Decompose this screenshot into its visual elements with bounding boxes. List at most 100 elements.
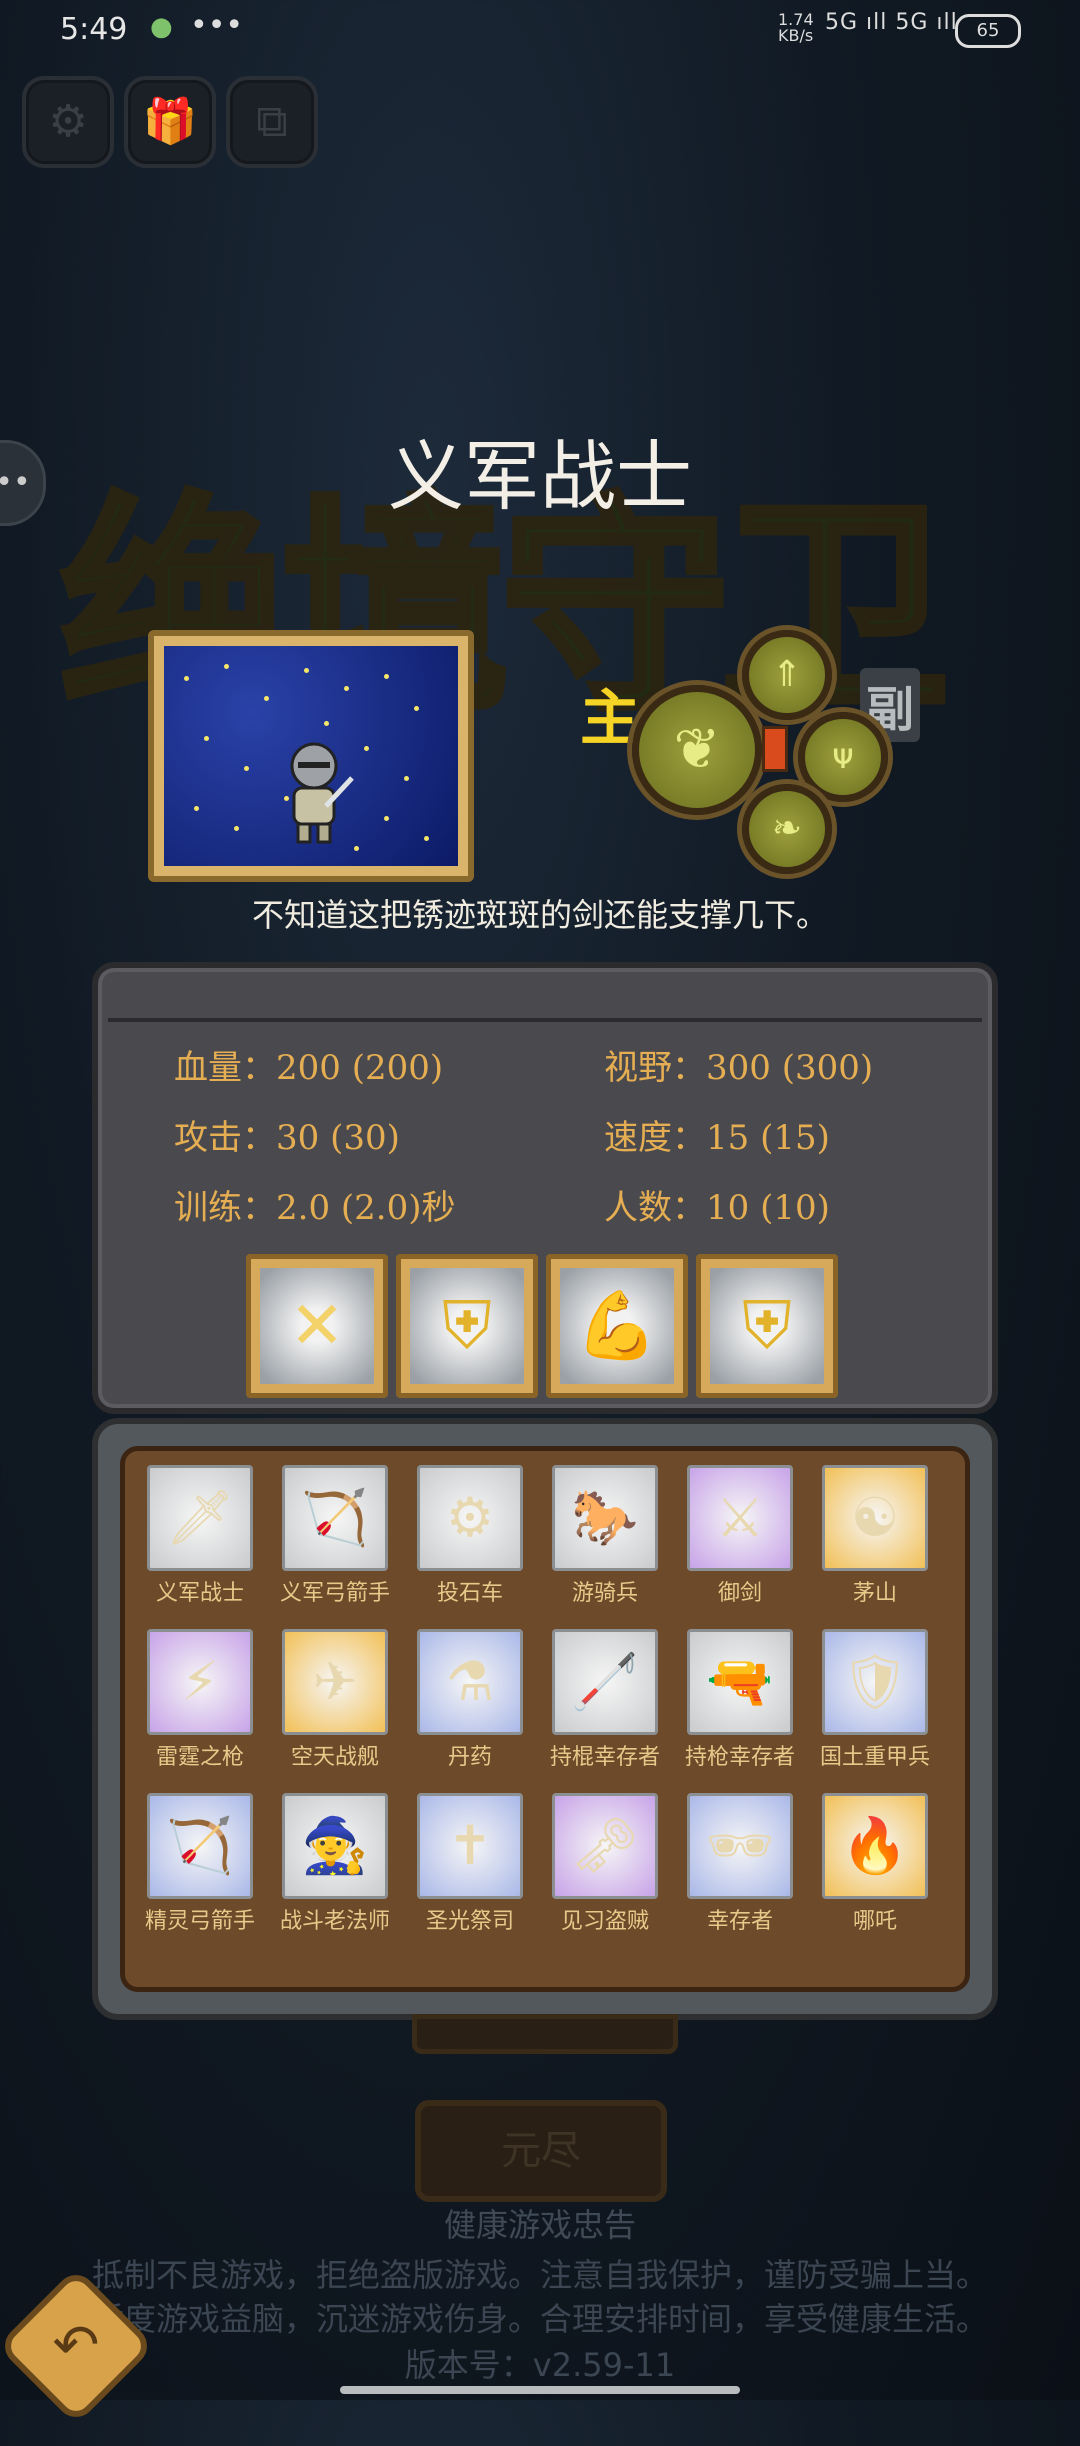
unit-card-label: 战斗老法师 (279, 1909, 390, 1934)
copy-icon[interactable]: ⧉ (226, 76, 318, 168)
unit-card[interactable]: 🦯 持棍幸存者 (550, 1629, 660, 1783)
unit-card-label: 义军战士 (155, 1581, 244, 1606)
unit-card-label: 幸存者 (706, 1909, 773, 1934)
unit-avatar-icon: 🛡 (822, 1629, 928, 1735)
unit-card-label: 投石车 (436, 1581, 503, 1606)
home-indicator[interactable] (340, 2386, 740, 2394)
health-notice-title: 健康游戏忠告 (443, 2206, 636, 2244)
unit-avatar-icon: ☯ (822, 1465, 928, 1571)
skill-slot-3[interactable]: 💪 (546, 1254, 688, 1398)
unit-card-label: 丹药 (447, 1745, 492, 1770)
unit-card-label: 空天战舰 (290, 1745, 379, 1770)
unit-roster-panel: 🗡 义军战士 🏹 义军弓箭手 ⚙ 投石车 🐎 游骑兵 ⚔ 御剑 ☯ 茅山 ⚡ 雷霆之枪 ✈ 空天战舰 ⚗ 丹药 🦯 持… (92, 1418, 998, 2020)
unit-card[interactable]: ⚙ 投石车 (417, 1465, 523, 1619)
unit-title: 义军战士 (388, 432, 692, 521)
unit-avatar-icon: ✝ (417, 1793, 523, 1899)
unit-card-label: 游骑兵 (571, 1581, 638, 1606)
version-label: 版本号：v2.59-11 (404, 2346, 676, 2384)
stat-hp: 血量：200 (200) (174, 1048, 444, 1088)
talent-connector (762, 726, 788, 772)
sprout-emblem-icon: ❧ (771, 808, 803, 849)
shield-sparkle-icon: ⛨ (710, 1268, 824, 1384)
unit-card-label: 雷霆之枪 (155, 1745, 244, 1770)
portrait-starfield (164, 646, 458, 866)
unit-card-label: 持枪幸存者 (684, 1745, 795, 1770)
unit-avatar-icon: ⚙ (417, 1465, 523, 1571)
unit-avatar-icon: ⚗ (417, 1629, 523, 1735)
health-notice-line-2: 适度游戏益脑，沉迷游戏伤身。合理安排时间，享受健康生活。 (91, 2300, 988, 2338)
main-talent-node[interactable]: ❦ (632, 685, 762, 815)
unit-card[interactable]: 🗝 见习盗贼 (552, 1793, 658, 1947)
unit-avatar-icon: ✈ (282, 1629, 388, 1735)
soldier-figure (290, 742, 354, 844)
unit-card-label: 义军弓箭手 (279, 1581, 390, 1606)
unit-card[interactable]: 🔫 持枪幸存者 (685, 1629, 795, 1783)
arrow-emblem-icon: ⇑ (771, 654, 803, 695)
main-talent-label: 主 (580, 684, 640, 754)
skill-slot-1[interactable]: ✕ (246, 1254, 388, 1398)
confirm-button[interactable]: 元尽 (415, 2100, 667, 2202)
crossed-swords-icon: ✕ (260, 1268, 374, 1384)
unit-avatar-icon: ⚔ (687, 1465, 793, 1571)
unit-card[interactable]: ☯ 茅山 (822, 1465, 928, 1619)
unit-card[interactable]: 🏹 精灵弓箭手 (145, 1793, 255, 1947)
unit-avatar-icon: ⚡ (147, 1629, 253, 1735)
unit-card-label: 御剑 (717, 1581, 762, 1606)
unit-avatar-icon: 🔥 (822, 1793, 928, 1899)
shield-icon: ⛨ (410, 1268, 524, 1384)
wechat-icon: ● (150, 12, 173, 42)
sub-talent-node-bottom[interactable]: ❧ (742, 784, 832, 874)
unit-card[interactable]: ⚡ 雷霆之枪 (147, 1629, 253, 1783)
unit-avatar-icon: 🐎 (552, 1465, 658, 1571)
unit-description: 不知道这把锈迹斑斑的剑还能支撑几下。 (251, 896, 828, 934)
unit-card[interactable]: ⚔ 御剑 (687, 1465, 793, 1619)
unit-card[interactable]: 🏹 义军弓箭手 (280, 1465, 390, 1619)
status-time: 5:49 (60, 12, 128, 47)
panel-divider (108, 1018, 982, 1022)
unit-avatar-icon: 🏹 (282, 1465, 388, 1571)
stat-attack: 攻击：30 (30) (174, 1118, 400, 1158)
unit-card-label: 见习盗贼 (560, 1909, 649, 1934)
unit-card[interactable]: ✝ 圣光祭司 (417, 1793, 523, 1947)
unit-card-label: 国土重甲兵 (819, 1745, 930, 1770)
unit-card[interactable]: 🧙 战斗老法师 (280, 1793, 390, 1947)
unit-avatar-icon: 🦯 (552, 1629, 658, 1735)
unit-avatar-icon: 🏹 (147, 1793, 253, 1899)
unit-card[interactable]: 🗡 义军战士 (147, 1465, 253, 1619)
unit-card[interactable]: ✈ 空天战舰 (282, 1629, 388, 1783)
back-arrow-icon: ↶ (52, 2313, 100, 2378)
unit-avatar-icon: 🕶 (687, 1793, 793, 1899)
unit-card-label: 精灵弓箭手 (144, 1909, 255, 1934)
claw-emblem-icon: ᴪ (832, 736, 854, 777)
sub-talent-node-top[interactable]: ⇑ (742, 630, 832, 720)
battery-icon: 65 (955, 14, 1021, 48)
strength-arm-icon: 💪 (560, 1268, 674, 1384)
leaf-emblem-icon: ❦ (673, 717, 721, 782)
unit-card[interactable]: ⚗ 丹药 (417, 1629, 523, 1783)
status-bar: 5:49 ● ••• 1.74 KB/s 5G ıll 5G ıll 65 (0, 0, 1080, 60)
unit-card[interactable]: 🕶 幸存者 (687, 1793, 793, 1947)
unit-card[interactable]: 🔥 哪吒 (822, 1793, 928, 1947)
stat-vision: 视野：300 (300) (604, 1048, 874, 1088)
sub-talent-node-right[interactable]: ᴪ (798, 712, 888, 802)
stat-training: 训练：2.0 (2.0)秒 (174, 1188, 456, 1228)
gear-icon[interactable]: ⚙ (22, 76, 114, 168)
unit-card-label: 哪吒 (852, 1909, 897, 1934)
unit-avatar-icon: 🧙 (282, 1793, 388, 1899)
skill-slot-2[interactable]: ⛨ (396, 1254, 538, 1398)
unit-card-label: 持棍幸存者 (549, 1745, 660, 1770)
unit-card[interactable]: 🛡 国土重甲兵 (820, 1629, 930, 1783)
stat-speed: 速度：15 (15) (604, 1118, 830, 1158)
signal-icon: 5G ıll 5G ıll (825, 10, 958, 35)
net-speed-unit: KB/s (778, 26, 814, 45)
unit-card-label: 茅山 (852, 1581, 897, 1606)
unit-avatar-icon: 🔫 (687, 1629, 793, 1735)
stats-panel: 血量：200 (200) 视野：300 (300) 攻击：30 (30) 速度：… (92, 962, 998, 1414)
status-dots: ••• (190, 8, 244, 43)
unit-avatar-icon: 🗝 (552, 1793, 658, 1899)
skill-slot-4[interactable]: ⛨ (696, 1254, 838, 1398)
unit-card[interactable]: 🐎 游骑兵 (552, 1465, 658, 1619)
unit-portrait (148, 630, 474, 882)
unit-card-label: 圣光祭司 (425, 1909, 514, 1934)
gift-icon[interactable]: 🎁 (124, 76, 216, 168)
